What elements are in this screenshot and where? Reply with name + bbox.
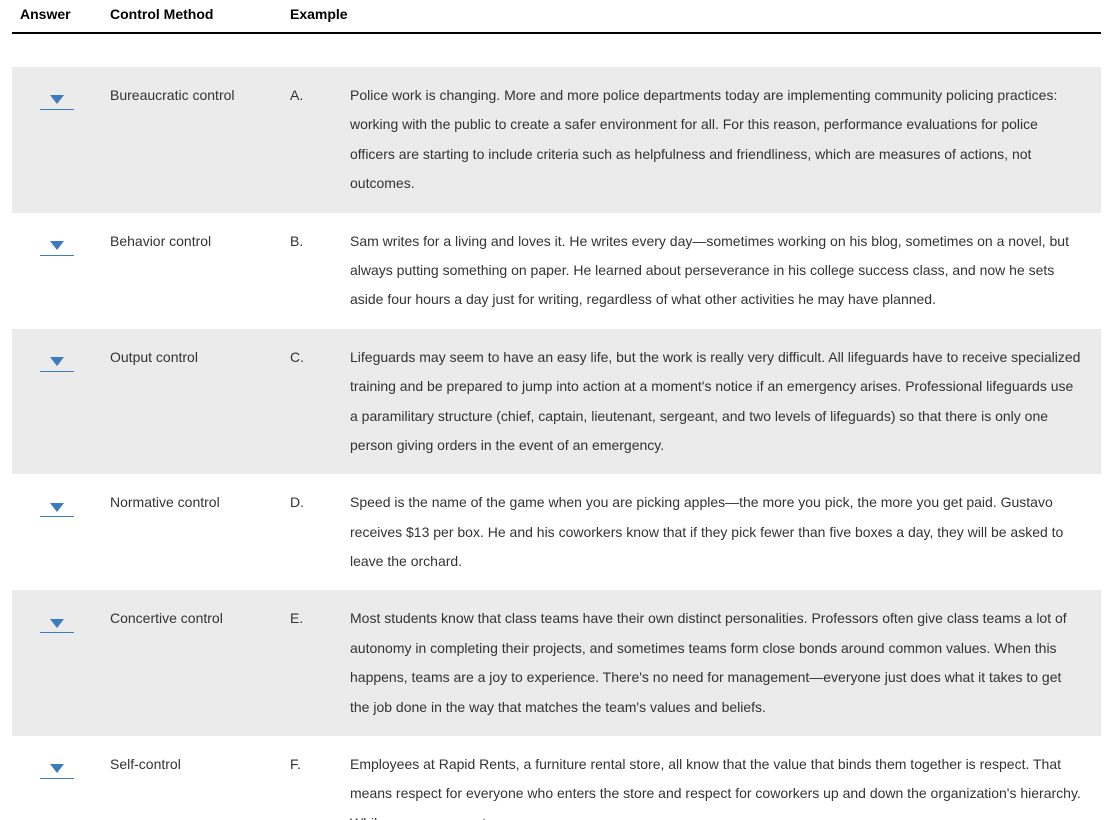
header-example-blank [342, 0, 1101, 33]
chevron-down-icon [50, 353, 64, 369]
matching-table: Answer Control Method Example Bureaucrat… [0, 0, 1113, 820]
answer-dropdown[interactable] [40, 354, 74, 372]
answer-dropdown[interactable] [40, 238, 74, 256]
header-answer: Answer [12, 0, 102, 33]
control-method-cell: Bureaucratic control [102, 67, 282, 213]
control-method-cell: Normative control [102, 474, 282, 590]
example-text-cell: Most students know that class teams have… [342, 590, 1101, 736]
example-letter-cell: C. [282, 329, 342, 475]
chevron-down-icon [50, 614, 64, 630]
example-text-cell: Police work is changing. More and more p… [342, 67, 1101, 213]
example-text-cell: Employees at Rapid Rents, a furniture re… [342, 736, 1101, 820]
header-method: Control Method [102, 0, 282, 33]
answer-dropdown[interactable] [40, 615, 74, 633]
example-text-cell: Sam writes for a living and loves it. He… [342, 213, 1101, 329]
table-row: Output controlC.Lifeguards may seem to h… [12, 329, 1101, 475]
example-letter-cell: A. [282, 67, 342, 213]
example-letter-cell: B. [282, 213, 342, 329]
answer-cell [12, 590, 102, 736]
answer-cell [12, 213, 102, 329]
example-letter-cell: E. [282, 590, 342, 736]
example-letter-cell: F. [282, 736, 342, 820]
control-method-cell: Self-control [102, 736, 282, 820]
header-example: Example [282, 0, 342, 33]
chevron-down-icon [50, 91, 64, 107]
table-row: Concertive controlE.Most students know t… [12, 590, 1101, 736]
table-row: Self-controlF.Employees at Rapid Rents, … [12, 736, 1101, 820]
table-row: Bureaucratic controlA.Police work is cha… [12, 67, 1101, 213]
chevron-down-icon [50, 498, 64, 514]
example-text-cell: Speed is the name of the game when you a… [342, 474, 1101, 590]
table-row: Normative controlD.Speed is the name of … [12, 474, 1101, 590]
control-method-cell: Concertive control [102, 590, 282, 736]
answer-dropdown[interactable] [40, 761, 74, 779]
table-header-row: Answer Control Method Example [12, 0, 1101, 33]
control-method-cell: Behavior control [102, 213, 282, 329]
chevron-down-icon [50, 237, 64, 253]
chevron-down-icon [50, 760, 64, 776]
control-method-cell: Output control [102, 329, 282, 475]
answer-cell [12, 736, 102, 820]
table-row: Behavior controlB.Sam writes for a livin… [12, 213, 1101, 329]
example-letter-cell: D. [282, 474, 342, 590]
answer-dropdown[interactable] [40, 92, 74, 110]
example-text-cell: Lifeguards may seem to have an easy life… [342, 329, 1101, 475]
answer-cell [12, 474, 102, 590]
answer-cell [12, 67, 102, 213]
answer-dropdown[interactable] [40, 499, 74, 517]
answer-cell [12, 329, 102, 475]
